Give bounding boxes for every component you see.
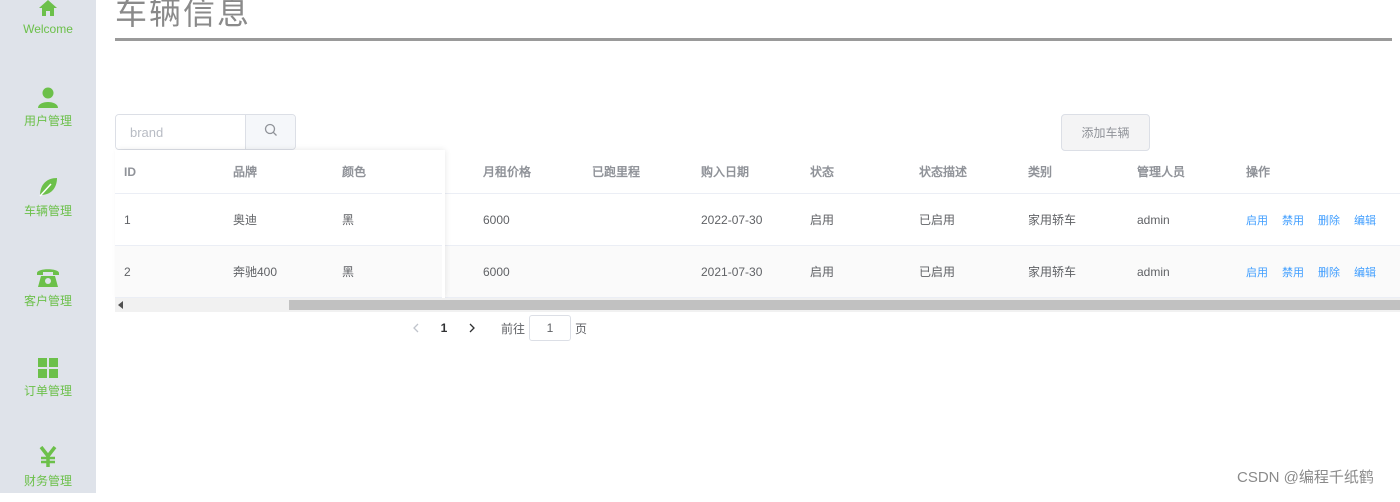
column-header-date[interactable]: 购入日期: [701, 150, 749, 193]
enable-button[interactable]: 启用: [1246, 212, 1268, 228]
search-box: [115, 114, 296, 150]
search-icon: [264, 123, 278, 142]
cell-color: 黑: [342, 265, 355, 279]
column-header-actions: 操作: [1246, 165, 1271, 179]
sidebar-item-label: Welcome: [23, 22, 73, 36]
phone-icon: [36, 262, 60, 288]
scroll-left-arrow-icon[interactable]: [118, 301, 123, 309]
column-header-mileage[interactable]: 已跑里程: [592, 150, 640, 193]
disable-button[interactable]: 禁用: [1282, 212, 1304, 228]
delete-button[interactable]: 删除: [1318, 264, 1340, 280]
column-header-id[interactable]: ID: [124, 150, 136, 193]
table-row: 2 奔驰400 黑 6000 2021-07-30 启用 已启用 家用轿车 ad…: [115, 246, 1400, 298]
add-vehicle-button[interactable]: 添加车辆: [1061, 114, 1150, 151]
column-header-brand[interactable]: 品牌: [233, 150, 257, 193]
cell-brand: 奥迪: [233, 213, 258, 227]
search-input[interactable]: [116, 115, 245, 149]
cell-price: 6000: [483, 212, 510, 227]
table-header-row: ID 品牌 颜色 月租价格 已跑里程 购入日期 状态 状态描述 类别 管理人员 …: [115, 150, 1400, 194]
sidebar-item-users[interactable]: 用户管理: [0, 82, 96, 142]
cell-category: 家用轿车: [1028, 213, 1077, 227]
delete-button[interactable]: 删除: [1318, 212, 1340, 228]
yen-icon: [38, 442, 58, 468]
cell-date: 2022-07-30: [701, 212, 763, 227]
prev-page-button[interactable]: [405, 323, 427, 333]
cell-manager: admin: [1137, 264, 1170, 279]
cell-date: 2021-07-30: [701, 264, 763, 279]
cell-id: 1: [124, 212, 131, 227]
edit-button[interactable]: 编辑: [1354, 264, 1376, 280]
cell-status-desc: 已启用: [919, 213, 956, 227]
user-icon: [37, 82, 59, 108]
cell-manager: admin: [1137, 212, 1170, 227]
cell-status: 启用: [810, 213, 835, 227]
sidebar: Welcome 用户管理 车辆管理 客户管理 订单管理 财务管理: [0, 0, 96, 493]
page-number-current[interactable]: 1: [431, 321, 457, 335]
watermark: CSDN @编程千纸鹤: [1237, 469, 1374, 486]
pagination: 1 前往 页: [405, 315, 587, 341]
enable-button[interactable]: 启用: [1246, 264, 1268, 280]
sidebar-item-label: 财务管理: [23, 474, 72, 488]
chevron-left-icon: [413, 323, 419, 333]
title-divider: [115, 38, 1392, 41]
column-header-color[interactable]: 颜色: [342, 150, 366, 193]
leaf-icon: [37, 172, 59, 198]
cell-brand: 奔驰400: [233, 265, 278, 279]
vehicle-table: ID 品牌 颜色 月租价格 已跑里程 购入日期 状态 状态描述 类别 管理人员 …: [115, 150, 1400, 298]
column-header-status[interactable]: 状态: [810, 150, 834, 193]
sidebar-item-label: 车辆管理: [23, 204, 72, 218]
column-header-category[interactable]: 类别: [1028, 150, 1052, 193]
goto-label: 前往: [501, 321, 526, 336]
cell-price: 6000: [483, 264, 510, 279]
search-button[interactable]: [245, 115, 295, 149]
sidebar-item-finance[interactable]: 财务管理: [0, 442, 96, 502]
column-header-price[interactable]: 月租价格: [483, 150, 531, 193]
sidebar-item-orders[interactable]: 订单管理: [0, 352, 96, 412]
chevron-right-icon: [469, 323, 475, 333]
sidebar-item-label: 订单管理: [23, 384, 72, 398]
sidebar-item-label: 客户管理: [23, 294, 72, 308]
cell-category: 家用轿车: [1028, 265, 1077, 279]
sidebar-item-label: 用户管理: [23, 114, 72, 128]
grid-icon: [38, 352, 58, 378]
cell-actions: 启用 禁用 删除 编辑: [1246, 194, 1390, 245]
cell-color: 黑: [342, 213, 355, 227]
cell-status: 启用: [810, 265, 835, 279]
cell-id: 2: [124, 264, 131, 279]
cell-status-desc: 已启用: [919, 265, 956, 279]
next-page-button[interactable]: [461, 323, 483, 333]
fixed-columns-edge: [442, 150, 445, 298]
sidebar-item-welcome[interactable]: Welcome: [0, 0, 96, 52]
edit-button[interactable]: 编辑: [1354, 212, 1376, 228]
disable-button[interactable]: 禁用: [1282, 264, 1304, 280]
sidebar-item-customers[interactable]: 客户管理: [0, 262, 96, 322]
table-horizontal-scrollbar[interactable]: [115, 298, 1400, 312]
goto-suffix: 页: [575, 321, 588, 336]
page-title: 车辆信息: [115, 0, 252, 32]
cell-actions: 启用 禁用 删除 编辑: [1246, 246, 1390, 297]
table-row: 1 奥迪 黑 6000 2022-07-30 启用 已启用 家用轿车 admin…: [115, 194, 1400, 246]
scrollbar-thumb[interactable]: [289, 300, 1400, 310]
sidebar-item-vehicles[interactable]: 车辆管理: [0, 172, 96, 232]
column-header-manager[interactable]: 管理人员: [1137, 150, 1185, 193]
home-icon: [38, 0, 58, 18]
column-header-status-desc[interactable]: 状态描述: [919, 150, 967, 193]
goto-page-input[interactable]: [529, 315, 572, 341]
